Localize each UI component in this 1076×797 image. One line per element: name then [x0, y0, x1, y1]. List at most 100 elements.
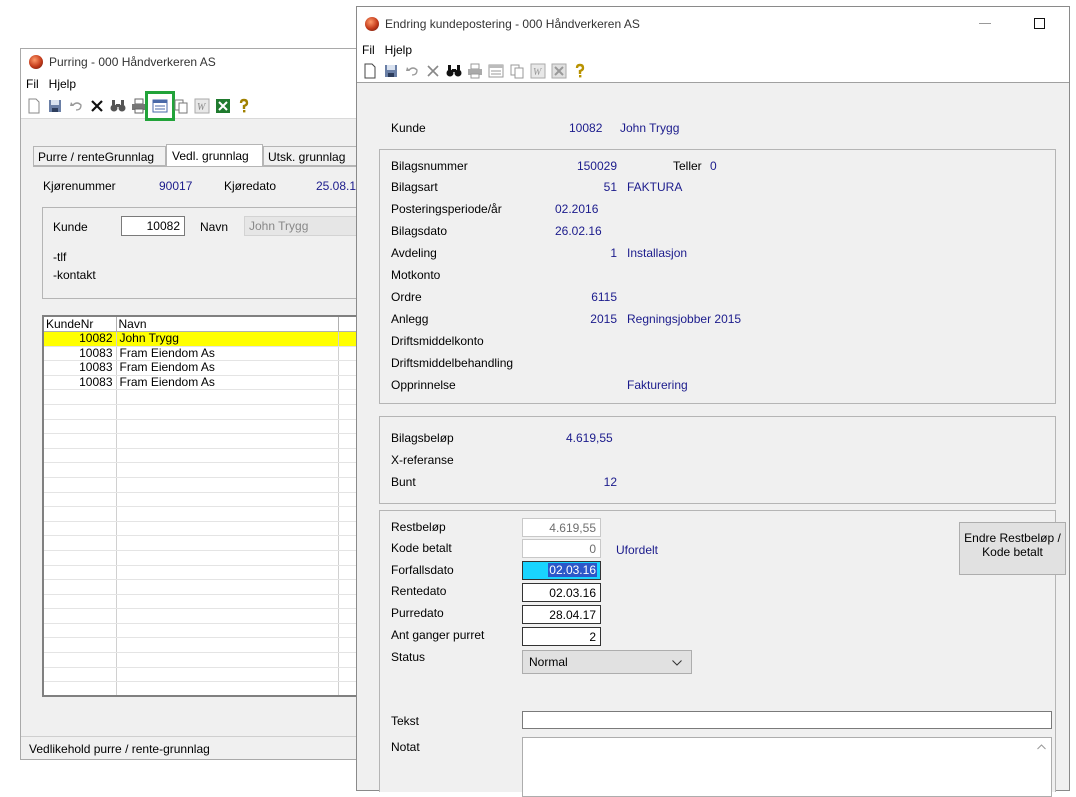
menu-fil[interactable]: Fil	[21, 77, 44, 91]
bilagsbelop-value: 4.619,55	[566, 431, 613, 445]
table-row[interactable]: 10083 Fram Eiendom As	[44, 346, 382, 362]
ant-purret-input[interactable]: 2	[522, 627, 601, 646]
print-icon[interactable]	[129, 96, 149, 116]
empty-cell	[44, 623, 117, 639]
posting-details-group: Bilagsnummer 150029 Teller 0 Bilagsart 5…	[379, 149, 1056, 404]
bilagsnummer-label: Bilagsnummer	[391, 159, 468, 173]
customer-number-cell: 10083	[44, 375, 117, 391]
empty-table-row	[44, 433, 382, 449]
customer-table: KundeNr Navn 10082 John Trygg 10083 Fram Ei…	[44, 317, 382, 695]
endring-title: Endring kundepostering - 000 Håndverkere…	[385, 17, 640, 31]
menu-hjelp[interactable]: Hjelp	[44, 77, 81, 91]
driftsmiddelkonto-label: Driftsmiddelkonto	[391, 334, 484, 348]
customer-number-input[interactable]: 10082	[121, 216, 185, 236]
details-icon[interactable]	[486, 61, 506, 81]
table-row[interactable]: 10083 Fram Eiendom As	[44, 360, 382, 376]
endring-titlebar[interactable]: Endring kundepostering - 000 Håndverkere…	[357, 7, 1069, 41]
status-select-value: Normal	[529, 655, 568, 669]
ordre-label: Ordre	[391, 290, 422, 304]
col-kundenr[interactable]: KundeNr	[44, 317, 117, 332]
endre-restbelop-button[interactable]: Endre Restbeløp / Kode betalt	[959, 522, 1066, 575]
empty-cell	[44, 637, 117, 654]
empty-cell	[116, 637, 339, 654]
excel-icon[interactable]	[549, 61, 569, 81]
find-icon[interactable]	[108, 96, 128, 116]
purring-tabs: Purre / renteGrunnlag Vedl. grunnlag Uts…	[33, 144, 373, 166]
menu-hjelp[interactable]: Hjelp	[380, 43, 417, 57]
empty-table-row	[44, 608, 382, 624]
kunde-name: John Trygg	[620, 121, 680, 135]
purring-window: Purring - 000 Håndverkeren AS Fil Hjelp …	[20, 48, 384, 760]
menu-fil[interactable]: Fil	[357, 43, 380, 57]
empty-cell	[116, 492, 339, 508]
print-icon[interactable]	[465, 61, 485, 81]
status-bar: Vedlikehold purre / rente-grunnlag	[21, 736, 371, 760]
details-icon[interactable]	[145, 90, 175, 121]
tab-purre-rentegrunnlag[interactable]: Purre / renteGrunnlag	[33, 146, 166, 166]
forfallsdato-input[interactable]: 02.03.16	[522, 561, 601, 580]
word-icon[interactable]: W	[192, 96, 212, 116]
empty-table-row	[44, 535, 382, 551]
notat-textarea[interactable]	[522, 737, 1052, 797]
empty-table-row	[44, 389, 382, 405]
empty-cell	[116, 565, 339, 581]
tab-vedl-grunnlag[interactable]: Vedl. grunnlag	[166, 144, 263, 166]
empty-cell	[44, 506, 117, 522]
delete-icon[interactable]	[87, 96, 107, 116]
phone-label: -tlf	[53, 250, 67, 264]
help-icon[interactable]	[234, 96, 254, 116]
anlegg-value: 2015	[590, 312, 617, 326]
run-date-label: Kjøredato	[224, 179, 277, 193]
empty-table-row	[44, 579, 382, 595]
scroll-up-icon[interactable]	[1034, 740, 1048, 754]
new-document-icon[interactable]	[360, 61, 380, 81]
run-date-value: 25.08.1	[316, 179, 357, 193]
kode-betalt-field: 0	[522, 539, 601, 558]
periode-value: 02.2016	[555, 202, 599, 216]
customer-name-cell: Fram Eiendom As	[116, 346, 339, 362]
tekst-input[interactable]	[522, 711, 1052, 729]
undo-icon[interactable]	[402, 61, 422, 81]
rentedato-input[interactable]: 02.03.16	[522, 583, 601, 602]
forfallsdato-selection: 02.03.16	[548, 563, 597, 577]
word-icon[interactable]: W	[528, 61, 548, 81]
col-navn[interactable]: Navn	[116, 317, 339, 332]
empty-cell	[116, 550, 339, 566]
empty-cell	[44, 594, 117, 610]
save-icon[interactable]	[381, 61, 401, 81]
empty-cell	[116, 608, 339, 624]
table-header-row: KundeNr Navn	[44, 317, 382, 332]
empty-table-row	[44, 550, 382, 566]
xref-label: X-referanse	[391, 453, 454, 467]
chevron-down-icon	[672, 660, 682, 666]
new-document-icon[interactable]	[24, 96, 44, 116]
purredato-input[interactable]: 28.04.17	[522, 605, 601, 624]
purring-toolbar: W	[21, 90, 369, 121]
table-row[interactable]: 10082 John Trygg	[44, 331, 382, 347]
kode-betalt-label: Kode betalt	[391, 541, 452, 555]
undo-icon[interactable]	[66, 96, 86, 116]
help-icon[interactable]	[570, 61, 590, 81]
copy-icon[interactable]	[171, 96, 191, 116]
delete-icon[interactable]	[423, 61, 443, 81]
restbelop-label: Restbeløp	[391, 520, 446, 534]
bunt-label: Bunt	[391, 475, 416, 489]
copy-icon[interactable]	[507, 61, 527, 81]
find-icon[interactable]	[444, 61, 464, 81]
empty-cell	[44, 667, 117, 683]
bilagsart-label: Bilagsart	[391, 180, 438, 194]
customer-list[interactable]: KundeNr Navn 10082 John Trygg 10083 Fram Ei…	[42, 315, 382, 697]
purring-titlebar[interactable]: Purring - 000 Håndverkeren AS	[21, 49, 369, 75]
bilagsdato-value: 26.02.16	[555, 224, 602, 238]
minimize-icon[interactable]	[979, 23, 991, 24]
contact-label: -kontakt	[53, 268, 96, 282]
empty-cell	[44, 477, 117, 493]
maximize-icon[interactable]	[1034, 18, 1045, 29]
excel-icon[interactable]	[213, 96, 233, 116]
tab-label: Vedl. grunnlag	[172, 149, 249, 163]
status-select[interactable]: Normal	[522, 650, 692, 674]
save-icon[interactable]	[45, 96, 65, 116]
app-logo-icon	[365, 17, 379, 31]
table-row[interactable]: 10083 Fram Eiendom As	[44, 375, 382, 391]
empty-cell	[116, 652, 339, 668]
